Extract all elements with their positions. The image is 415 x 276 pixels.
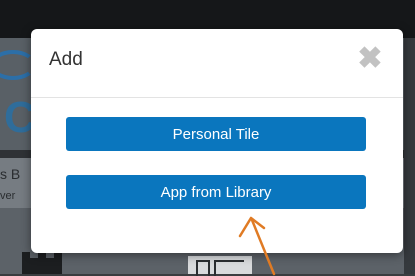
background-right-edge [404,38,415,274]
arrow-up-annotation-icon [238,216,276,276]
add-dialog: Add ✖ Personal Tile App from Library [31,29,403,253]
castle-icon [22,252,62,274]
dialog-header: Add ✖ [31,29,403,98]
background-strip-subtext: ver [0,190,16,202]
dialog-title: Add [49,49,83,70]
app-from-library-button[interactable]: App from Library [66,175,366,209]
personal-tile-button[interactable]: Personal Tile [66,117,366,151]
dialog-body: Personal Tile App from Library [31,98,403,253]
close-icon[interactable]: ✖ [356,44,384,74]
background-strip-text: s B [0,166,21,182]
